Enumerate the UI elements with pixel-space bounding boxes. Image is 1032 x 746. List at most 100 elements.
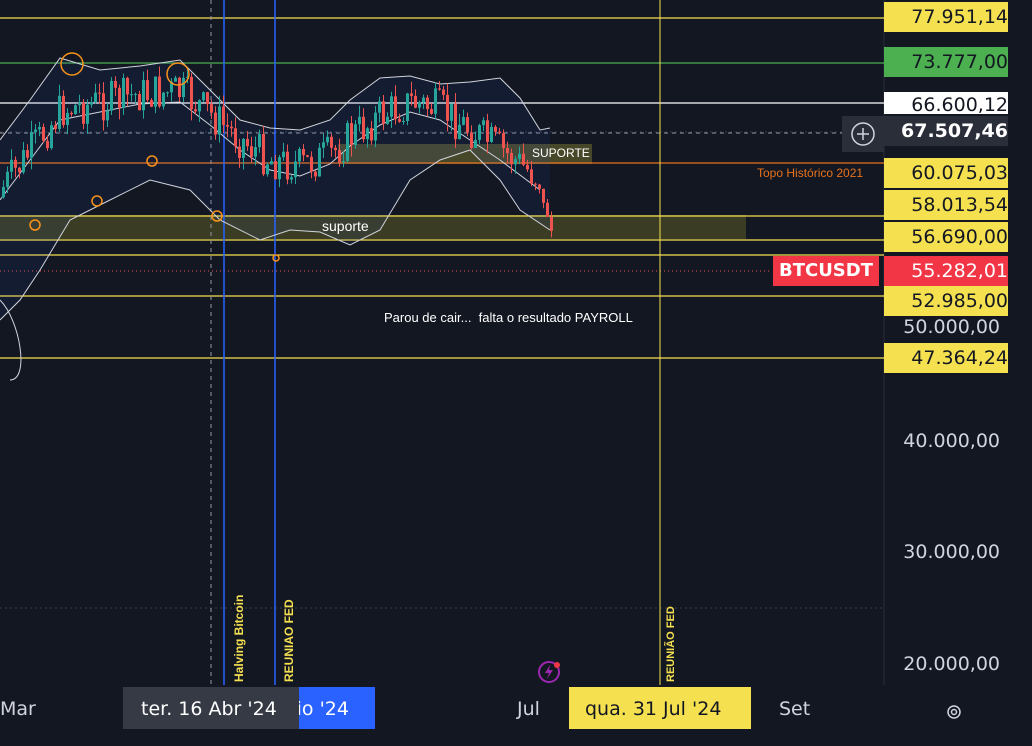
- candle-body: [266, 164, 269, 175]
- time-label-set: Set: [779, 698, 811, 720]
- candle-body: [470, 132, 473, 148]
- candle-body: [330, 136, 333, 148]
- candle-body: [194, 109, 197, 112]
- candle-body: [234, 128, 237, 147]
- price-label-40000: 40.000,00: [903, 430, 1000, 452]
- candle-body: [482, 120, 485, 126]
- candle-body: [326, 136, 329, 143]
- candle-body: [358, 116, 361, 125]
- candle-body: [526, 164, 529, 170]
- symbol-label: BTCUSDT: [773, 256, 879, 286]
- candle-body: [250, 146, 253, 157]
- candle-body: [350, 123, 353, 145]
- candle-body: [210, 104, 213, 113]
- candle-body: [158, 76, 161, 107]
- candle-body: [346, 123, 349, 162]
- price-tag-current-crosshair[interactable]: 67.507,46: [884, 116, 1008, 146]
- candle-body: [134, 93, 137, 95]
- candle-body: [518, 153, 521, 160]
- candle-body: [338, 150, 341, 163]
- candle-body: [502, 133, 505, 149]
- candle-body: [398, 119, 401, 122]
- crosshair-date-text: ter. 16 Abr '24: [141, 698, 277, 720]
- candle-body: [114, 80, 117, 88]
- candle-body: [202, 92, 205, 101]
- topo-historico-label: Topo Histórico 2021: [757, 166, 864, 180]
- settings-icon: [947, 705, 961, 719]
- price-tag-66600[interactable]: 66.600,12: [884, 92, 1008, 114]
- candle-body: [410, 93, 413, 96]
- candle-body: [402, 120, 405, 122]
- candle-body: [198, 100, 201, 112]
- candle-body: [22, 150, 25, 173]
- price-tag-47364[interactable]: 47.364,24: [884, 343, 1008, 373]
- candle-body: [506, 148, 509, 153]
- settings-button[interactable]: [944, 702, 964, 722]
- chart-canvas[interactable]: [0, 0, 1032, 746]
- candle-body: [106, 110, 109, 121]
- price-tag-60075[interactable]: 60.075,03: [884, 158, 1008, 188]
- candle-body: [274, 161, 277, 180]
- candle-body: [70, 112, 73, 115]
- candle-body: [150, 100, 153, 107]
- price-tag-last-price[interactable]: 55.282,01: [884, 256, 1008, 286]
- candle-body: [74, 105, 77, 115]
- candle-body: [486, 120, 489, 142]
- price-tag-52985[interactable]: 52.985,00: [884, 286, 1008, 316]
- price-tag-58013[interactable]: 58.013,54: [884, 190, 1008, 220]
- halving-label: Halving Bitcoin: [232, 594, 246, 682]
- candle-body: [530, 169, 533, 184]
- payroll-note: Parou de cair... falta o resultado PAYRO…: [384, 310, 633, 325]
- candle-body: [182, 77, 185, 98]
- price-tag-77951[interactable]: 77.951,14: [884, 2, 1008, 32]
- candle-body: [118, 87, 121, 108]
- candle-body: [378, 101, 381, 113]
- price-label-50000: 50.000,00: [903, 316, 1000, 338]
- candle-body: [454, 103, 457, 140]
- price-label-20000: 20.000,00: [903, 653, 1000, 675]
- candle-body: [426, 97, 429, 110]
- marker-date-text: qua. 31 Jul '24: [585, 698, 722, 720]
- candle-body: [282, 151, 285, 158]
- price-tag-73777[interactable]: 73.777,00: [884, 47, 1008, 77]
- candle-body: [442, 89, 445, 95]
- time-label-jul: Jul: [517, 698, 540, 720]
- lightning-button[interactable]: [538, 660, 562, 684]
- candle-body: [62, 95, 65, 125]
- candle-body: [18, 167, 21, 173]
- candle-body: [510, 152, 513, 165]
- candle-body: [390, 96, 393, 117]
- candle-body: [46, 140, 49, 149]
- price-tag-56690[interactable]: 56.690,00: [884, 222, 1008, 252]
- candle-body: [494, 126, 497, 132]
- suporte-upper-label: SUPORTE: [532, 146, 590, 160]
- candle-body: [126, 77, 129, 95]
- candle-body: [122, 77, 125, 108]
- candle-body: [310, 156, 313, 172]
- candle-body: [50, 125, 53, 149]
- candle-body: [254, 147, 257, 157]
- candle-body: [446, 94, 449, 121]
- candle-body: [466, 117, 469, 133]
- candle-body: [534, 183, 537, 185]
- add-alert-button[interactable]: [842, 116, 884, 152]
- chart-area[interactable]: 77.951,14 73.777,00 66.600,12 67.507,46 …: [0, 0, 1032, 746]
- candle-body: [214, 112, 217, 135]
- orange-marker-4: [272, 254, 280, 262]
- candle-body: [178, 77, 181, 98]
- candle-body: [246, 138, 249, 147]
- lightning-icon: [538, 661, 560, 683]
- candle-body: [142, 80, 145, 111]
- candle-body: [542, 188, 545, 203]
- candle-body: [14, 159, 17, 168]
- candle-body: [98, 92, 101, 94]
- marker-date-tag: qua. 31 Jul '24: [569, 687, 751, 729]
- candle-body: [26, 150, 29, 158]
- crosshair-date-tag: ter. 16 Abr '24: [123, 687, 299, 729]
- candle-body: [342, 161, 345, 163]
- time-label-mar: Mar: [0, 698, 36, 720]
- candle-body: [458, 124, 461, 140]
- candle-body: [302, 149, 305, 156]
- price-label-30000: 30.000,00: [903, 541, 1000, 563]
- candle-body: [154, 76, 157, 107]
